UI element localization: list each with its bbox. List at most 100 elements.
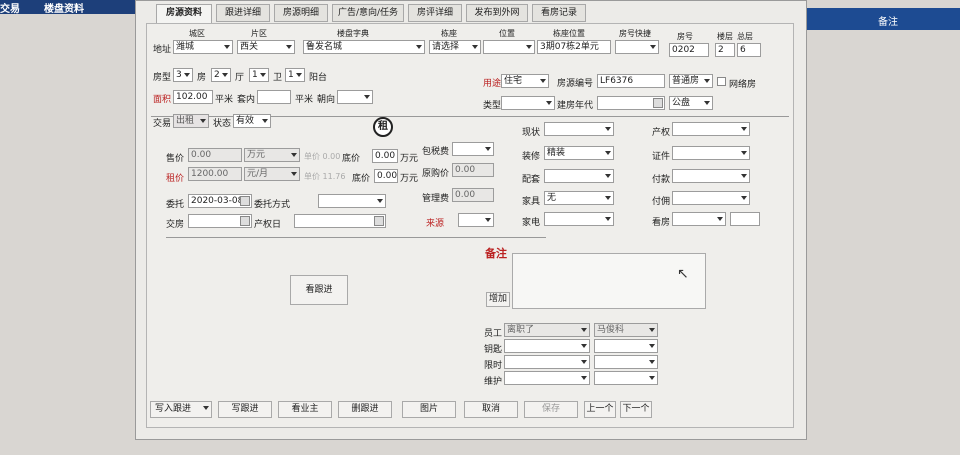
exclusive-select[interactable] (504, 355, 590, 369)
chevron-down-icon (581, 344, 587, 348)
delete-follow-button[interactable]: 删跟进 (338, 401, 392, 418)
orig-price-field[interactable]: 0.00 (452, 163, 494, 177)
calendar-icon[interactable] (240, 196, 250, 206)
tab-viewing-records[interactable]: 看房记录 (532, 4, 586, 22)
sale-price-field[interactable]: 0.00 (188, 148, 242, 162)
remarks-panel-header: 备注 (806, 8, 960, 30)
rooms-select[interactable]: 3 (173, 68, 193, 82)
key-label: 钥匙 (484, 345, 503, 355)
furniture-select[interactable]: 无 (544, 191, 614, 205)
sale-floor-field[interactable]: 0.00 (372, 149, 398, 163)
remarks-panel-title: 备注 (878, 17, 898, 28)
listing-dialog: 房源资料 跟进详细 房源明细 广告/意向/任务 房评详细 发布到外网 看房记录 … (135, 0, 807, 440)
sale-unit-select[interactable]: 万元 (244, 148, 300, 162)
save-button[interactable]: 保存 (524, 401, 578, 418)
chevron-down-icon (364, 95, 370, 99)
payment-label: 付款 (652, 175, 671, 185)
ownership-select[interactable] (672, 122, 750, 136)
net-listing-checkbox[interactable] (717, 77, 726, 86)
room-no-field[interactable]: 0202 (669, 43, 709, 57)
key-select[interactable] (504, 339, 590, 353)
status-now-select[interactable] (544, 122, 614, 136)
inner-area-field[interactable] (257, 90, 291, 104)
floor-field[interactable]: 2 (715, 43, 735, 57)
orientation-select[interactable] (337, 90, 373, 104)
rent-unit-select[interactable]: 元/月 (244, 167, 300, 181)
position-select[interactable] (483, 40, 535, 54)
building-position-field[interactable]: 3期07栋2单元 (537, 40, 611, 54)
write-follow-button[interactable]: 写跟进 (218, 401, 272, 418)
commission-select[interactable] (672, 191, 750, 205)
tab-listing-info[interactable]: 房源资料 (156, 4, 212, 24)
calendar-icon[interactable] (240, 216, 250, 226)
viewing-select[interactable] (672, 212, 726, 226)
trade-select[interactable]: 出租 (173, 114, 209, 128)
view-follow-button[interactable]: 看跟进 (290, 275, 348, 305)
images-button[interactable]: 图片 (402, 401, 456, 418)
listing-type-select[interactable]: 普通房 (669, 74, 713, 88)
total-floors-field[interactable]: 6 (737, 43, 761, 57)
prev-button[interactable]: 上一个 (584, 401, 616, 418)
header-floor: 楼层 (717, 32, 733, 41)
usage-select[interactable]: 住宅 (501, 74, 549, 88)
maintain-second-select[interactable] (594, 371, 658, 385)
estate-select[interactable]: 鲁发名城 (303, 40, 425, 54)
status-select[interactable]: 有效 (233, 114, 271, 128)
cert-select[interactable] (672, 146, 750, 160)
deed-date-label: 产权日 (254, 220, 282, 230)
area-label: 面积 (153, 95, 172, 105)
source-select[interactable] (458, 213, 494, 227)
appliances-select[interactable] (544, 212, 614, 226)
tax-select[interactable] (452, 142, 494, 156)
maintain-select[interactable] (504, 371, 590, 385)
area-unit: 平米 (215, 95, 234, 105)
next-button[interactable]: 下一个 (620, 401, 652, 418)
add-remark-button[interactable]: 增加 (486, 292, 510, 307)
nav-item-estate[interactable]: 楼盘资料 (44, 0, 84, 15)
area-field[interactable]: 102.00 (173, 90, 213, 104)
staff-select[interactable]: 离职了 (504, 323, 590, 337)
mgmt-fee-field[interactable]: 0.00 (452, 188, 494, 202)
kitchens-select[interactable]: 1 (249, 68, 269, 82)
chevron-down-icon (291, 172, 297, 176)
decoration-select[interactable]: 精装 (544, 146, 614, 160)
entrust-date-field[interactable]: 2020-03-08 (188, 194, 252, 208)
facilities-select[interactable] (544, 169, 614, 183)
staff-second-select[interactable]: 马俊科 (594, 323, 658, 337)
disclosure-select[interactable]: 公盘 (669, 96, 713, 110)
area-select[interactable]: 西关 (237, 40, 295, 54)
entrust-method-select[interactable] (318, 194, 386, 208)
tab-publish[interactable]: 发布到外网 (466, 4, 528, 22)
tab-follow-detail[interactable]: 跟进详细 (216, 4, 270, 22)
cancel-button[interactable]: 取消 (464, 401, 518, 418)
exclusive-second-select[interactable] (594, 355, 658, 369)
halls-select[interactable]: 2 (211, 68, 231, 82)
calendar-icon[interactable] (374, 216, 384, 226)
tab-review-detail[interactable]: 房评详细 (408, 4, 462, 22)
listing-no-field[interactable]: LF6376 (597, 74, 665, 88)
tax-label: 包税费 (422, 147, 450, 157)
key-second-select[interactable] (594, 339, 658, 353)
viewing-extra-field[interactable] (730, 212, 760, 226)
source-label: 来源 (426, 219, 445, 229)
building-select[interactable]: 请选择 (429, 40, 481, 54)
type-select[interactable] (501, 96, 555, 110)
baths-select[interactable]: 1 (285, 68, 305, 82)
chevron-down-icon (546, 101, 552, 105)
deed-date-field[interactable] (294, 214, 386, 228)
build-year-field[interactable] (597, 96, 665, 110)
tab-ads-tasks[interactable]: 广告/意向/任务 (332, 4, 404, 22)
nav-item-trade[interactable]: 交易 (0, 0, 20, 15)
section-divider (166, 237, 546, 238)
rent-price-field[interactable]: 1200.00 (188, 167, 242, 181)
calendar-icon[interactable] (653, 98, 663, 108)
payment-select[interactable] (672, 169, 750, 183)
district-select[interactable]: 潍城 (173, 40, 233, 54)
write-follow-select[interactable]: 写入跟进 (150, 401, 212, 418)
chevron-down-icon (741, 196, 747, 200)
view-owner-button[interactable]: 看业主 (278, 401, 332, 418)
handover-field[interactable] (188, 214, 252, 228)
rent-floor-field[interactable]: 0.00 (374, 169, 398, 183)
tab-listing-detail[interactable]: 房源明细 (274, 4, 328, 22)
quick-room-select[interactable] (615, 40, 659, 54)
